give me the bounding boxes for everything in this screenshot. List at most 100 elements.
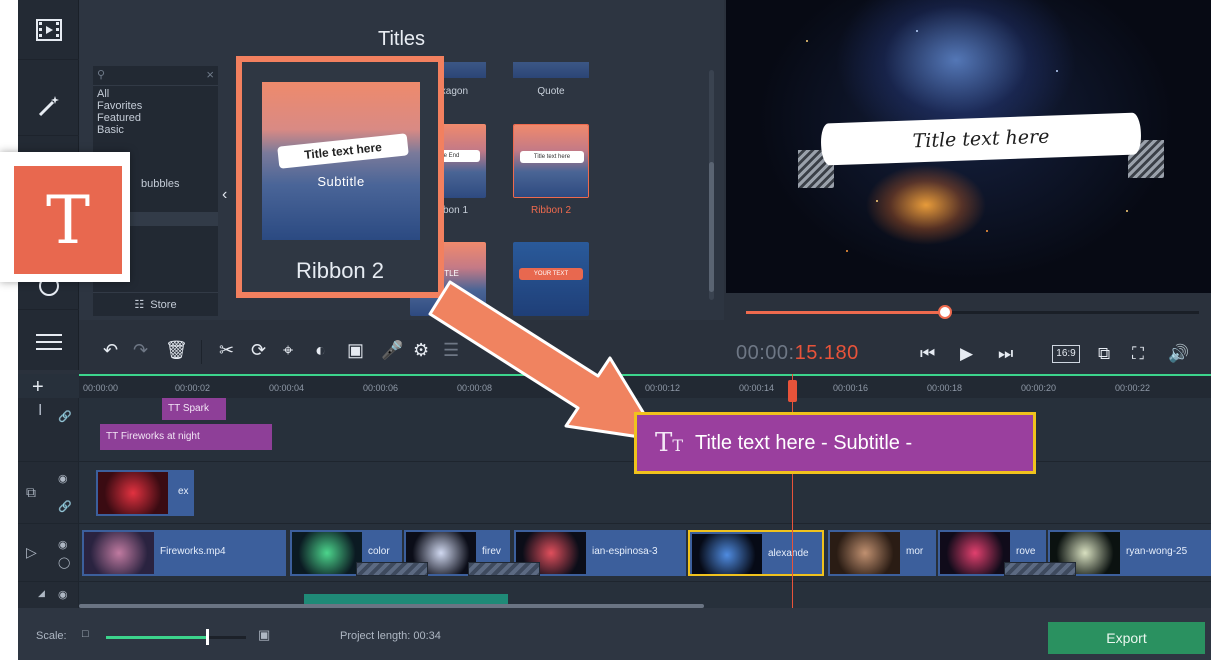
clip-thumbnail bbox=[940, 532, 1010, 574]
ruler-tick: 00:00:16 bbox=[833, 383, 869, 393]
equalizer-icon[interactable]: ☰ bbox=[443, 340, 459, 361]
ribbon-2-tile[interactable]: Title text here bbox=[513, 124, 589, 198]
timeline: + 00:00:00 00:00:02 00:00:04 00:00:06 00… bbox=[18, 374, 1211, 608]
category-featured[interactable]: Featured bbox=[97, 112, 141, 124]
playhead-handle[interactable] bbox=[788, 380, 797, 402]
tile-label-quote: Quote bbox=[537, 86, 565, 97]
magic-wand-icon[interactable] bbox=[18, 76, 79, 136]
rotate-icon[interactable]: ⟳ bbox=[251, 340, 266, 361]
zoom-out-icon[interactable]: □ bbox=[82, 628, 89, 640]
visibility-icon[interactable]: ◉ bbox=[58, 588, 68, 601]
export-button[interactable]: Export bbox=[1048, 622, 1205, 654]
ribbon-subtitle-text: Subtitle bbox=[317, 174, 365, 189]
delete-icon[interactable]: 🗑 bbox=[165, 340, 188, 361]
more-tools-icon[interactable] bbox=[18, 318, 79, 366]
video-clip[interactable]: mor bbox=[828, 530, 936, 576]
video-track: ▷ ◉ ◯ Fireworks.mp4 color firev ian-espi… bbox=[18, 524, 1211, 582]
scale-slider-handle[interactable] bbox=[206, 629, 209, 645]
preview-title-text: Title text here bbox=[912, 125, 1050, 153]
title-track-header: I 🔗 bbox=[18, 398, 79, 461]
skip-back-icon[interactable]: ⏮ bbox=[920, 344, 935, 364]
titles-icon[interactable]: T bbox=[14, 166, 122, 274]
ruler-tick: 00:00:22 bbox=[1115, 383, 1151, 393]
category-all[interactable]: All bbox=[97, 88, 109, 100]
cut-icon[interactable]: ✂ bbox=[219, 340, 234, 361]
tile-ribbon: Title text here bbox=[520, 151, 584, 163]
scrollbar-thumb[interactable] bbox=[709, 162, 714, 292]
title-clip[interactable]: T​T Fireworks at night bbox=[100, 424, 272, 450]
title-clip-icon: T​T bbox=[168, 403, 183, 414]
fullscreen-icon[interactable]: ⛶ bbox=[1132, 344, 1144, 364]
titles-scrollbar[interactable] bbox=[709, 70, 714, 300]
visibility-icon[interactable]: ◉ bbox=[58, 538, 68, 551]
volume-icon[interactable]: 🔊 bbox=[1168, 344, 1189, 364]
video-clip[interactable]: Fireworks.mp4 bbox=[82, 530, 286, 576]
image-icon[interactable]: ▣ bbox=[347, 340, 364, 361]
detach-preview-icon[interactable]: ⧉ bbox=[1098, 344, 1110, 364]
mute-icon[interactable]: ◯ bbox=[58, 556, 70, 569]
spark-particle bbox=[916, 30, 918, 32]
audio-track-header: ◢ ◉ bbox=[18, 582, 79, 608]
link-icon[interactable]: 🔗 bbox=[58, 410, 72, 423]
category-search[interactable]: ⚲ × bbox=[93, 66, 218, 86]
title-clip-icon: TT bbox=[655, 428, 684, 458]
ruler-tick: 00:00:04 bbox=[269, 383, 305, 393]
category-basic[interactable]: Basic bbox=[97, 124, 124, 136]
ribbon-2-thumbnail-large: Title text here Subtitle bbox=[262, 82, 420, 240]
title-clip[interactable]: T​T Spark bbox=[162, 398, 226, 420]
ribbon-title-text: Title text here bbox=[277, 133, 409, 169]
title-tile-6[interactable]: YOUR TEXT bbox=[513, 242, 589, 316]
transition-marker[interactable] bbox=[1004, 562, 1076, 576]
zoom-in-icon[interactable]: ▣ bbox=[258, 627, 270, 643]
time-ruler[interactable]: 00:00:00 00:00:02 00:00:04 00:00:06 00:0… bbox=[79, 374, 1211, 398]
ribbon-2-label-large: Ribbon 2 bbox=[295, 258, 385, 283]
timecode: 00:00:15.180 bbox=[736, 342, 859, 365]
scale-label: Scale: bbox=[36, 630, 67, 642]
link-icon[interactable]: 🔗 bbox=[58, 500, 72, 513]
transition-marker[interactable] bbox=[468, 562, 540, 576]
ruler-tick: 00:00:00 bbox=[83, 383, 119, 393]
spark-particle bbox=[1056, 70, 1058, 72]
transition-marker[interactable] bbox=[356, 562, 428, 576]
quote-tile[interactable] bbox=[513, 62, 589, 78]
clip-thumbnail bbox=[84, 532, 154, 574]
seek-handle[interactable] bbox=[938, 305, 953, 319]
media-import-icon[interactable] bbox=[18, 0, 79, 60]
color-adjust-icon[interactable]: ◐ bbox=[315, 340, 326, 361]
ruler-tick: 00:00:14 bbox=[739, 383, 775, 393]
settings-icon[interactable]: ⚙ bbox=[413, 340, 429, 361]
clip-name: Fireworks.mp4 bbox=[160, 546, 226, 557]
category-favorites[interactable]: Favorites bbox=[97, 100, 142, 112]
crop-icon[interactable]: ⌖ bbox=[283, 340, 293, 361]
title-clip-callout[interactable]: TT Title text here - Subtitle - bbox=[634, 412, 1036, 474]
clip-name: mor bbox=[906, 546, 924, 557]
overlay-clip[interactable]: ex bbox=[96, 470, 194, 516]
video-preview: Title text here bbox=[726, 0, 1211, 293]
store-button[interactable]: ☷ Store bbox=[93, 292, 218, 316]
undo-icon[interactable]: ↶ bbox=[103, 340, 118, 361]
clear-search-icon[interactable]: × bbox=[206, 67, 214, 82]
microphone-icon[interactable]: 🎤 bbox=[381, 340, 403, 361]
clip-thumbnail bbox=[292, 532, 362, 574]
scale-slider-fill bbox=[106, 636, 206, 639]
title-clip-icon: T​T bbox=[106, 431, 121, 442]
video-clip-selected[interactable]: alexande bbox=[688, 530, 824, 576]
collapse-arrow-icon[interactable]: ‹ bbox=[222, 186, 227, 204]
add-track-icon[interactable]: + bbox=[32, 376, 44, 399]
skip-forward-icon[interactable]: ⏭ bbox=[998, 344, 1013, 364]
edit-toolbar: ↶ ↷ 🗑 ✂ ⟳ ⌖ ◐ ▣ 🎤 ⚙ ☰ bbox=[79, 330, 724, 374]
panel-title: Titles bbox=[377, 28, 426, 50]
search-icon: ⚲ bbox=[97, 69, 106, 81]
playhead[interactable] bbox=[792, 374, 793, 610]
play-icon[interactable]: ▶ bbox=[960, 344, 973, 364]
category-bubbles[interactable]: bubbles bbox=[141, 178, 180, 190]
clip-name: alexande bbox=[768, 548, 809, 559]
clip-name: ex bbox=[178, 486, 189, 497]
redo-icon[interactable]: ↷ bbox=[133, 340, 148, 361]
store-label: Store bbox=[150, 298, 177, 311]
clip-name: rove bbox=[1016, 546, 1036, 557]
ruler-tick: 00:00:12 bbox=[645, 383, 681, 393]
timecode-prefix: 00:00: bbox=[736, 342, 795, 364]
visibility-icon[interactable]: ◉ bbox=[58, 472, 68, 485]
aspect-ratio-button[interactable]: 16:9 bbox=[1052, 345, 1080, 363]
